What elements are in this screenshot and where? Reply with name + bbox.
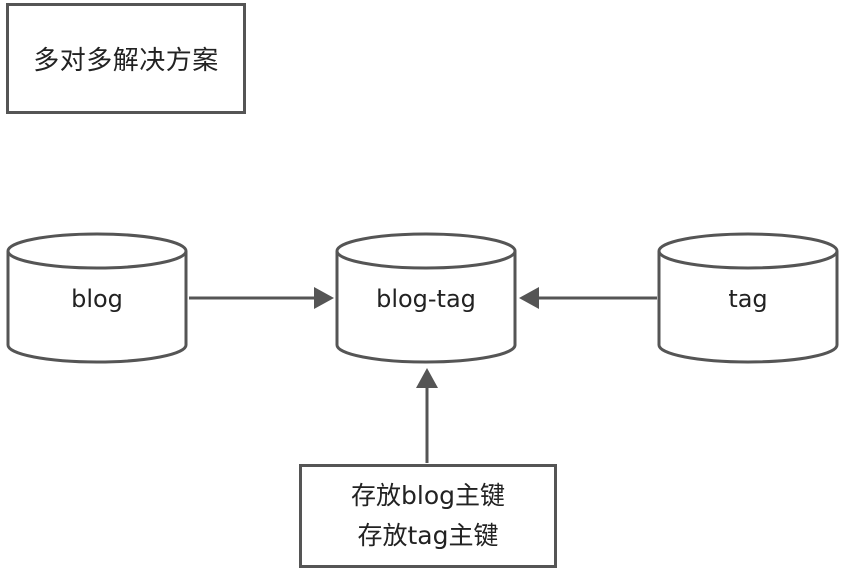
arrow-note-to-blog-tag [416,368,438,463]
note-line-tag-key: 存放tag主键 [357,521,499,550]
tag-table-label: tag [728,285,768,313]
note-line-blog-key: 存放blog主键 [351,481,505,510]
blog-tag-table-label: blog-tag [376,285,476,313]
blog-table-label: blog [71,285,123,313]
arrow-blog-to-blog-tag [189,287,334,309]
arrow-tag-to-blog-tag [519,287,657,309]
primary-key-note-box: 存放blog主键 存放tag主键 [299,464,557,568]
